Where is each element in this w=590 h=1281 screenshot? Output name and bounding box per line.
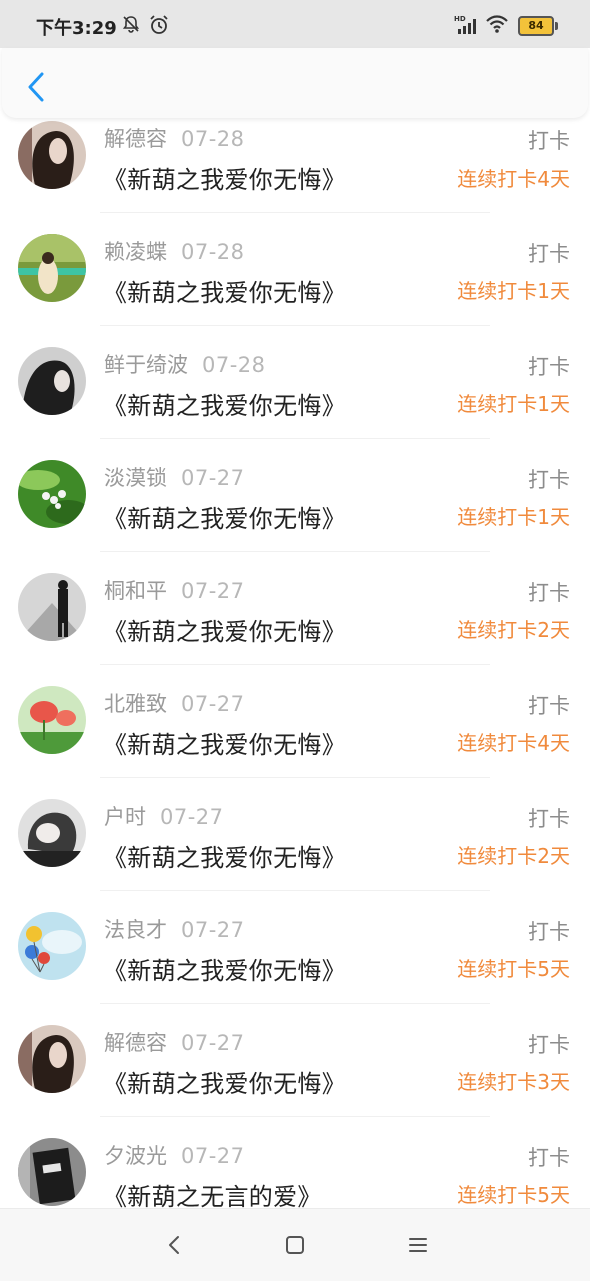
status-time: 下午3:29 xyxy=(36,18,117,39)
streak-label: 连续打卡3天 xyxy=(457,1070,570,1094)
checkin-label: 打卡 xyxy=(528,468,570,492)
wifi-icon xyxy=(486,15,508,33)
user-name: 桐和平 xyxy=(104,579,167,603)
checkin-label: 打卡 xyxy=(528,694,570,718)
streak-label: 连续打卡2天 xyxy=(457,618,570,642)
avatar[interactable] xyxy=(18,573,86,641)
book-title: 《新葫之我爱你无悔》 xyxy=(103,279,346,307)
book-title: 《新葫之我爱你无悔》 xyxy=(103,1070,346,1098)
checkin-date: 07-27 xyxy=(181,692,245,716)
list-item[interactable]: 解德容 07-28 《新葫之我爱你无悔》 打卡 连续打卡4天 xyxy=(0,118,590,213)
checkin-label: 打卡 xyxy=(528,581,570,605)
list-item[interactable]: 解德容 07-27 《新葫之我爱你无悔》 打卡 连续打卡3天 xyxy=(0,1004,590,1117)
user-name: 户时 xyxy=(104,805,146,829)
checkin-date: 07-27 xyxy=(160,805,224,829)
avatar[interactable] xyxy=(18,799,86,867)
checkin-label: 打卡 xyxy=(528,1146,570,1170)
book-title: 《新葫之我爱你无悔》 xyxy=(103,731,346,759)
checkin-date: 07-27 xyxy=(181,918,245,942)
book-title: 《新葫之我爱你无悔》 xyxy=(103,618,346,646)
user-name: 淡漠锁 xyxy=(104,466,167,490)
streak-label: 连续打卡1天 xyxy=(457,279,570,303)
mute-bell-icon xyxy=(122,16,140,33)
avatar[interactable] xyxy=(18,347,86,415)
streak-label: 连续打卡5天 xyxy=(457,957,570,981)
checkin-date: 07-27 xyxy=(181,1144,245,1168)
back-chevron-icon[interactable] xyxy=(22,70,52,104)
avatar[interactable] xyxy=(18,1138,86,1206)
checkin-date: 07-27 xyxy=(181,1031,245,1055)
checkin-date: 07-28 xyxy=(181,240,245,264)
back-triangle-icon[interactable] xyxy=(163,1233,187,1257)
user-name: 北雅致 xyxy=(104,692,167,716)
list-item[interactable]: 法良才 07-27 《新葫之我爱你无悔》 打卡 连续打卡5天 xyxy=(0,891,590,1004)
avatar[interactable] xyxy=(18,460,86,528)
home-square-icon[interactable] xyxy=(283,1233,307,1257)
streak-label: 连续打卡4天 xyxy=(457,731,570,755)
battery-icon: 84 xyxy=(518,16,558,36)
book-title: 《新葫之我爱你无悔》 xyxy=(103,392,346,420)
avatar[interactable] xyxy=(18,1025,86,1093)
book-title: 《新葫之我爱你无悔》 xyxy=(103,166,346,194)
checkin-list: 解德容 07-28 《新葫之我爱你无悔》 打卡 连续打卡4天 赖凌蝶 07-28 《… xyxy=(0,118,590,1208)
alarm-icon xyxy=(150,15,168,34)
streak-label: 连续打卡4天 xyxy=(457,167,570,191)
streak-label: 连续打卡5天 xyxy=(457,1183,570,1207)
checkin-label: 打卡 xyxy=(528,242,570,266)
list-item[interactable]: 桐和平 07-27 《新葫之我爱你无悔》 打卡 连续打卡2天 xyxy=(0,552,590,665)
streak-label: 连续打卡1天 xyxy=(457,505,570,529)
user-name: 鲜于绮波 xyxy=(104,353,188,377)
user-name: 解德容 xyxy=(104,127,167,151)
avatar[interactable] xyxy=(18,234,86,302)
checkin-date: 07-27 xyxy=(181,579,245,603)
list-item[interactable]: 夕波光 07-27 《新葫之无言的爱》 打卡 连续打卡5天 xyxy=(0,1117,590,1208)
list-item[interactable]: 赖凌蝶 07-28 《新葫之我爱你无悔》 打卡 连续打卡1天 xyxy=(0,213,590,326)
user-name: 法良才 xyxy=(104,918,167,942)
avatar[interactable] xyxy=(18,686,86,754)
list-item[interactable]: 鲜于绮波 07-28 《新葫之我爱你无悔》 打卡 连续打卡1天 xyxy=(0,326,590,439)
list-item[interactable]: 户时 07-27 《新葫之我爱你无悔》 打卡 连续打卡2天 xyxy=(0,778,590,891)
list-item[interactable]: 淡漠锁 07-27 《新葫之我爱你无悔》 打卡 连续打卡1天 xyxy=(0,439,590,552)
book-title: 《新葫之我爱你无悔》 xyxy=(103,505,346,533)
list-item[interactable]: 北雅致 07-27 《新葫之我爱你无悔》 打卡 连续打卡4天 xyxy=(0,665,590,778)
streak-label: 连续打卡1天 xyxy=(457,392,570,416)
checkin-label: 打卡 xyxy=(528,129,570,153)
checkin-date: 07-27 xyxy=(181,466,245,490)
header-bar xyxy=(2,48,588,118)
status-bar: 下午3:29 HD 84 xyxy=(0,0,590,48)
checkin-label: 打卡 xyxy=(528,1033,570,1057)
user-name: 赖凌蝶 xyxy=(104,240,167,264)
streak-label: 连续打卡2天 xyxy=(457,844,570,868)
svg-text:HD: HD xyxy=(454,15,466,23)
checkin-label: 打卡 xyxy=(528,807,570,831)
book-title: 《新葫之我爱你无悔》 xyxy=(103,844,346,872)
user-name: 解德容 xyxy=(104,1031,167,1055)
book-title: 《新葫之我爱你无悔》 xyxy=(103,957,346,985)
user-name: 夕波光 xyxy=(104,1144,167,1168)
book-title: 《新葫之无言的爱》 xyxy=(103,1183,322,1208)
menu-lines-icon[interactable] xyxy=(406,1233,430,1257)
checkin-date: 07-28 xyxy=(202,353,266,377)
checkin-date: 07-28 xyxy=(181,127,245,151)
hd-signal-icon: HD xyxy=(454,15,476,34)
avatar[interactable] xyxy=(18,121,86,189)
system-nav-bar xyxy=(0,1208,590,1281)
avatar[interactable] xyxy=(18,912,86,980)
checkin-label: 打卡 xyxy=(528,355,570,379)
checkin-label: 打卡 xyxy=(528,920,570,944)
